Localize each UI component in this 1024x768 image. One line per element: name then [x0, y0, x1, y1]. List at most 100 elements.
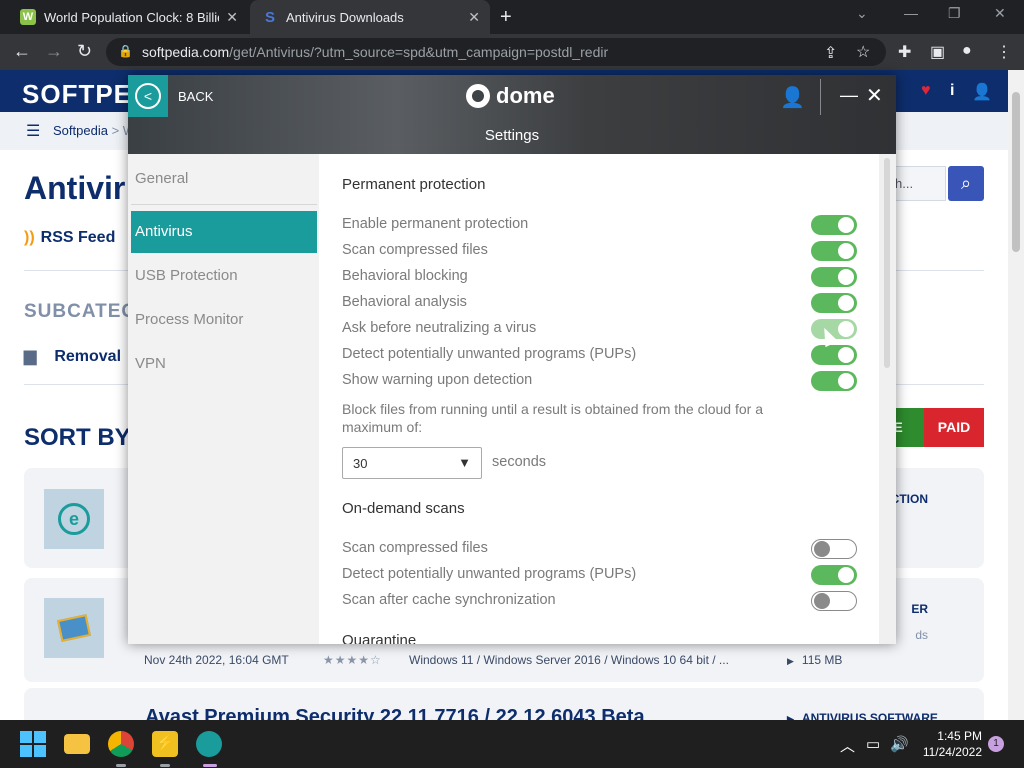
- extensions-icon[interactable]: ✚: [898, 42, 911, 62]
- address-bar[interactable]: 🔒 softpedia.com/get/Antivirus/?utm_sourc…: [106, 38, 886, 66]
- page-scrollbar[interactable]: [1008, 70, 1024, 720]
- network-icon[interactable]: ▭: [866, 735, 880, 753]
- sidebar-item-vpn[interactable]: VPN: [131, 343, 317, 385]
- chrome-icon[interactable]: [108, 731, 134, 757]
- option-label: Scan compressed files: [342, 242, 488, 258]
- url-text: softpedia.com/get/Antivirus/?utm_source=…: [142, 44, 609, 60]
- section-title: Quarantine: [342, 632, 417, 644]
- cloud-block-description: Block files from running until a result …: [342, 401, 763, 435]
- section-title: Permanent protection: [342, 176, 486, 193]
- info-icon[interactable]: i: [950, 82, 954, 100]
- restore-icon[interactable]: ❐: [948, 5, 961, 22]
- dome-logo-icon: [466, 84, 490, 108]
- filter-paid-button[interactable]: PAID: [924, 408, 984, 447]
- option-label: Behavioral blocking: [342, 268, 468, 284]
- tab-title: World Population Clock: 8 Billion: [44, 9, 219, 25]
- back-label[interactable]: BACK: [178, 89, 213, 104]
- reload-icon[interactable]: ↻: [77, 41, 92, 62]
- minimize-icon[interactable]: —: [840, 85, 858, 106]
- new-tab-button[interactable]: +: [500, 6, 512, 29]
- site-logo[interactable]: SOFTPE: [22, 79, 132, 110]
- toggle-scan-compressed[interactable]: [811, 241, 857, 261]
- toggle-behavioral-analysis[interactable]: [811, 293, 857, 313]
- toggle-ondemand-detect-pups[interactable]: [811, 565, 857, 585]
- toggle-scan-after-cache-sync[interactable]: [811, 591, 857, 611]
- close-tab-icon[interactable]: ✕: [468, 9, 480, 26]
- share-icon[interactable]: ⇪: [824, 43, 837, 63]
- toggle-ondemand-scan-compressed[interactable]: [811, 539, 857, 559]
- breadcrumb-item[interactable]: Softpedia > W: [53, 123, 135, 138]
- dome-app-icon[interactable]: [196, 731, 222, 757]
- program-icon: [44, 598, 104, 658]
- section-title: On-demand scans: [342, 500, 465, 517]
- menu-kebab-icon[interactable]: ⋮: [996, 42, 1012, 62]
- browser-tab-active[interactable]: S Antivirus Downloads ✕: [250, 0, 490, 34]
- w-icon: W: [20, 9, 36, 25]
- back-button[interactable]: <: [128, 75, 168, 117]
- forward-arrow-icon[interactable]: →: [45, 41, 63, 62]
- minimize-icon[interactable]: —: [904, 5, 918, 21]
- toggle-detect-pups[interactable]: [811, 345, 857, 365]
- heart-icon[interactable]: ♥: [921, 82, 931, 100]
- divider: [131, 204, 317, 205]
- active-indicator: [203, 764, 217, 767]
- profile-icon[interactable]: ●: [962, 42, 972, 60]
- rating-stars: ★★★★☆: [323, 653, 382, 667]
- hamburger-menu-icon[interactable]: ☰: [26, 121, 40, 141]
- category-removal[interactable]: ▆ Removal: [24, 346, 121, 366]
- search-icon: ⌕: [960, 173, 972, 193]
- sidepanel-icon[interactable]: ▣: [930, 42, 945, 62]
- timeout-select[interactable]: 30 ▼: [342, 447, 482, 479]
- dome-logo: dome: [466, 83, 555, 109]
- browser-toolbar: ← → ↻ 🔒 softpedia.com/get/Antivirus/?utm…: [0, 34, 1024, 70]
- card-category[interactable]: CTION: [891, 492, 928, 506]
- option-label: Show warning upon detection: [342, 372, 533, 388]
- card-category[interactable]: ER: [911, 602, 928, 616]
- sidebar-item-process-monitor[interactable]: Process Monitor: [131, 299, 317, 341]
- chevron-up-icon[interactable]: ︿: [840, 735, 855, 756]
- settings-sidebar: General Antivirus USB Protection Process…: [128, 154, 319, 644]
- file-explorer-icon[interactable]: [64, 734, 90, 754]
- sidebar-item-antivirus[interactable]: Antivirus: [131, 211, 317, 253]
- tab-title: Antivirus Downloads: [286, 9, 404, 25]
- toggle-show-warning[interactable]: [811, 371, 857, 391]
- back-arrow-icon[interactable]: ←: [13, 41, 31, 62]
- option-label: Scan compressed files: [342, 540, 488, 556]
- card-size: ▶ 115 MB: [787, 653, 843, 667]
- tab-search-icon[interactable]: ⌄: [856, 5, 868, 22]
- option-label: Ask before neutralizing a virus: [342, 320, 537, 336]
- close-icon[interactable]: ✕: [866, 83, 883, 108]
- close-window-icon[interactable]: ✕: [994, 5, 1006, 22]
- option-label: Enable permanent protection: [342, 216, 529, 232]
- bookmark-star-icon[interactable]: ☆: [856, 42, 870, 62]
- subcategories-heading: SUBCATEG: [24, 301, 138, 322]
- sidebar-item-usb-protection[interactable]: USB Protection: [131, 255, 317, 297]
- dome-settings-window: < BACK dome 👤 — ✕ Settings General Antiv…: [128, 75, 896, 644]
- running-indicator: [160, 764, 170, 767]
- folder-icon: ▆: [24, 348, 37, 365]
- card-date: Nov 24th 2022, 16:04 GMT: [144, 653, 289, 667]
- windows-start-icon[interactable]: [20, 731, 46, 757]
- system-clock[interactable]: 1:45 PM 11/24/2022: [912, 728, 982, 760]
- toggle-behavioral-blocking[interactable]: [811, 267, 857, 287]
- user-icon[interactable]: 👤: [972, 82, 992, 102]
- dropdown-arrow-icon: ▼: [458, 455, 471, 470]
- scrollbar-thumb[interactable]: [1012, 92, 1020, 252]
- header-divider: [820, 79, 821, 115]
- sidebar-item-general[interactable]: General: [131, 158, 317, 200]
- notification-badge[interactable]: 1: [988, 736, 1004, 752]
- search-button[interactable]: ⌕: [948, 166, 984, 201]
- softpedia-icon: S: [264, 8, 275, 26]
- close-tab-icon[interactable]: ✕: [226, 9, 238, 26]
- scrollbar-thumb[interactable]: [884, 158, 890, 368]
- browser-tab[interactable]: W World Population Clock: 8 Billion ✕: [8, 0, 248, 34]
- rss-feed-link[interactable]: )) RSS Feed: [24, 229, 115, 247]
- settings-panel: Permanent protection Enable permanent pr…: [319, 154, 879, 644]
- page-title: Antivir: [24, 170, 126, 206]
- card-os: Windows 11 / Windows Server 2016 / Windo…: [409, 653, 729, 667]
- toggle-enable-permanent-protection[interactable]: [811, 215, 857, 235]
- volume-icon[interactable]: 🔊: [890, 735, 909, 753]
- settings-scrollbar[interactable]: [879, 154, 896, 644]
- account-icon[interactable]: 👤: [780, 85, 805, 110]
- lightning-app-icon[interactable]: ⚡: [152, 731, 178, 757]
